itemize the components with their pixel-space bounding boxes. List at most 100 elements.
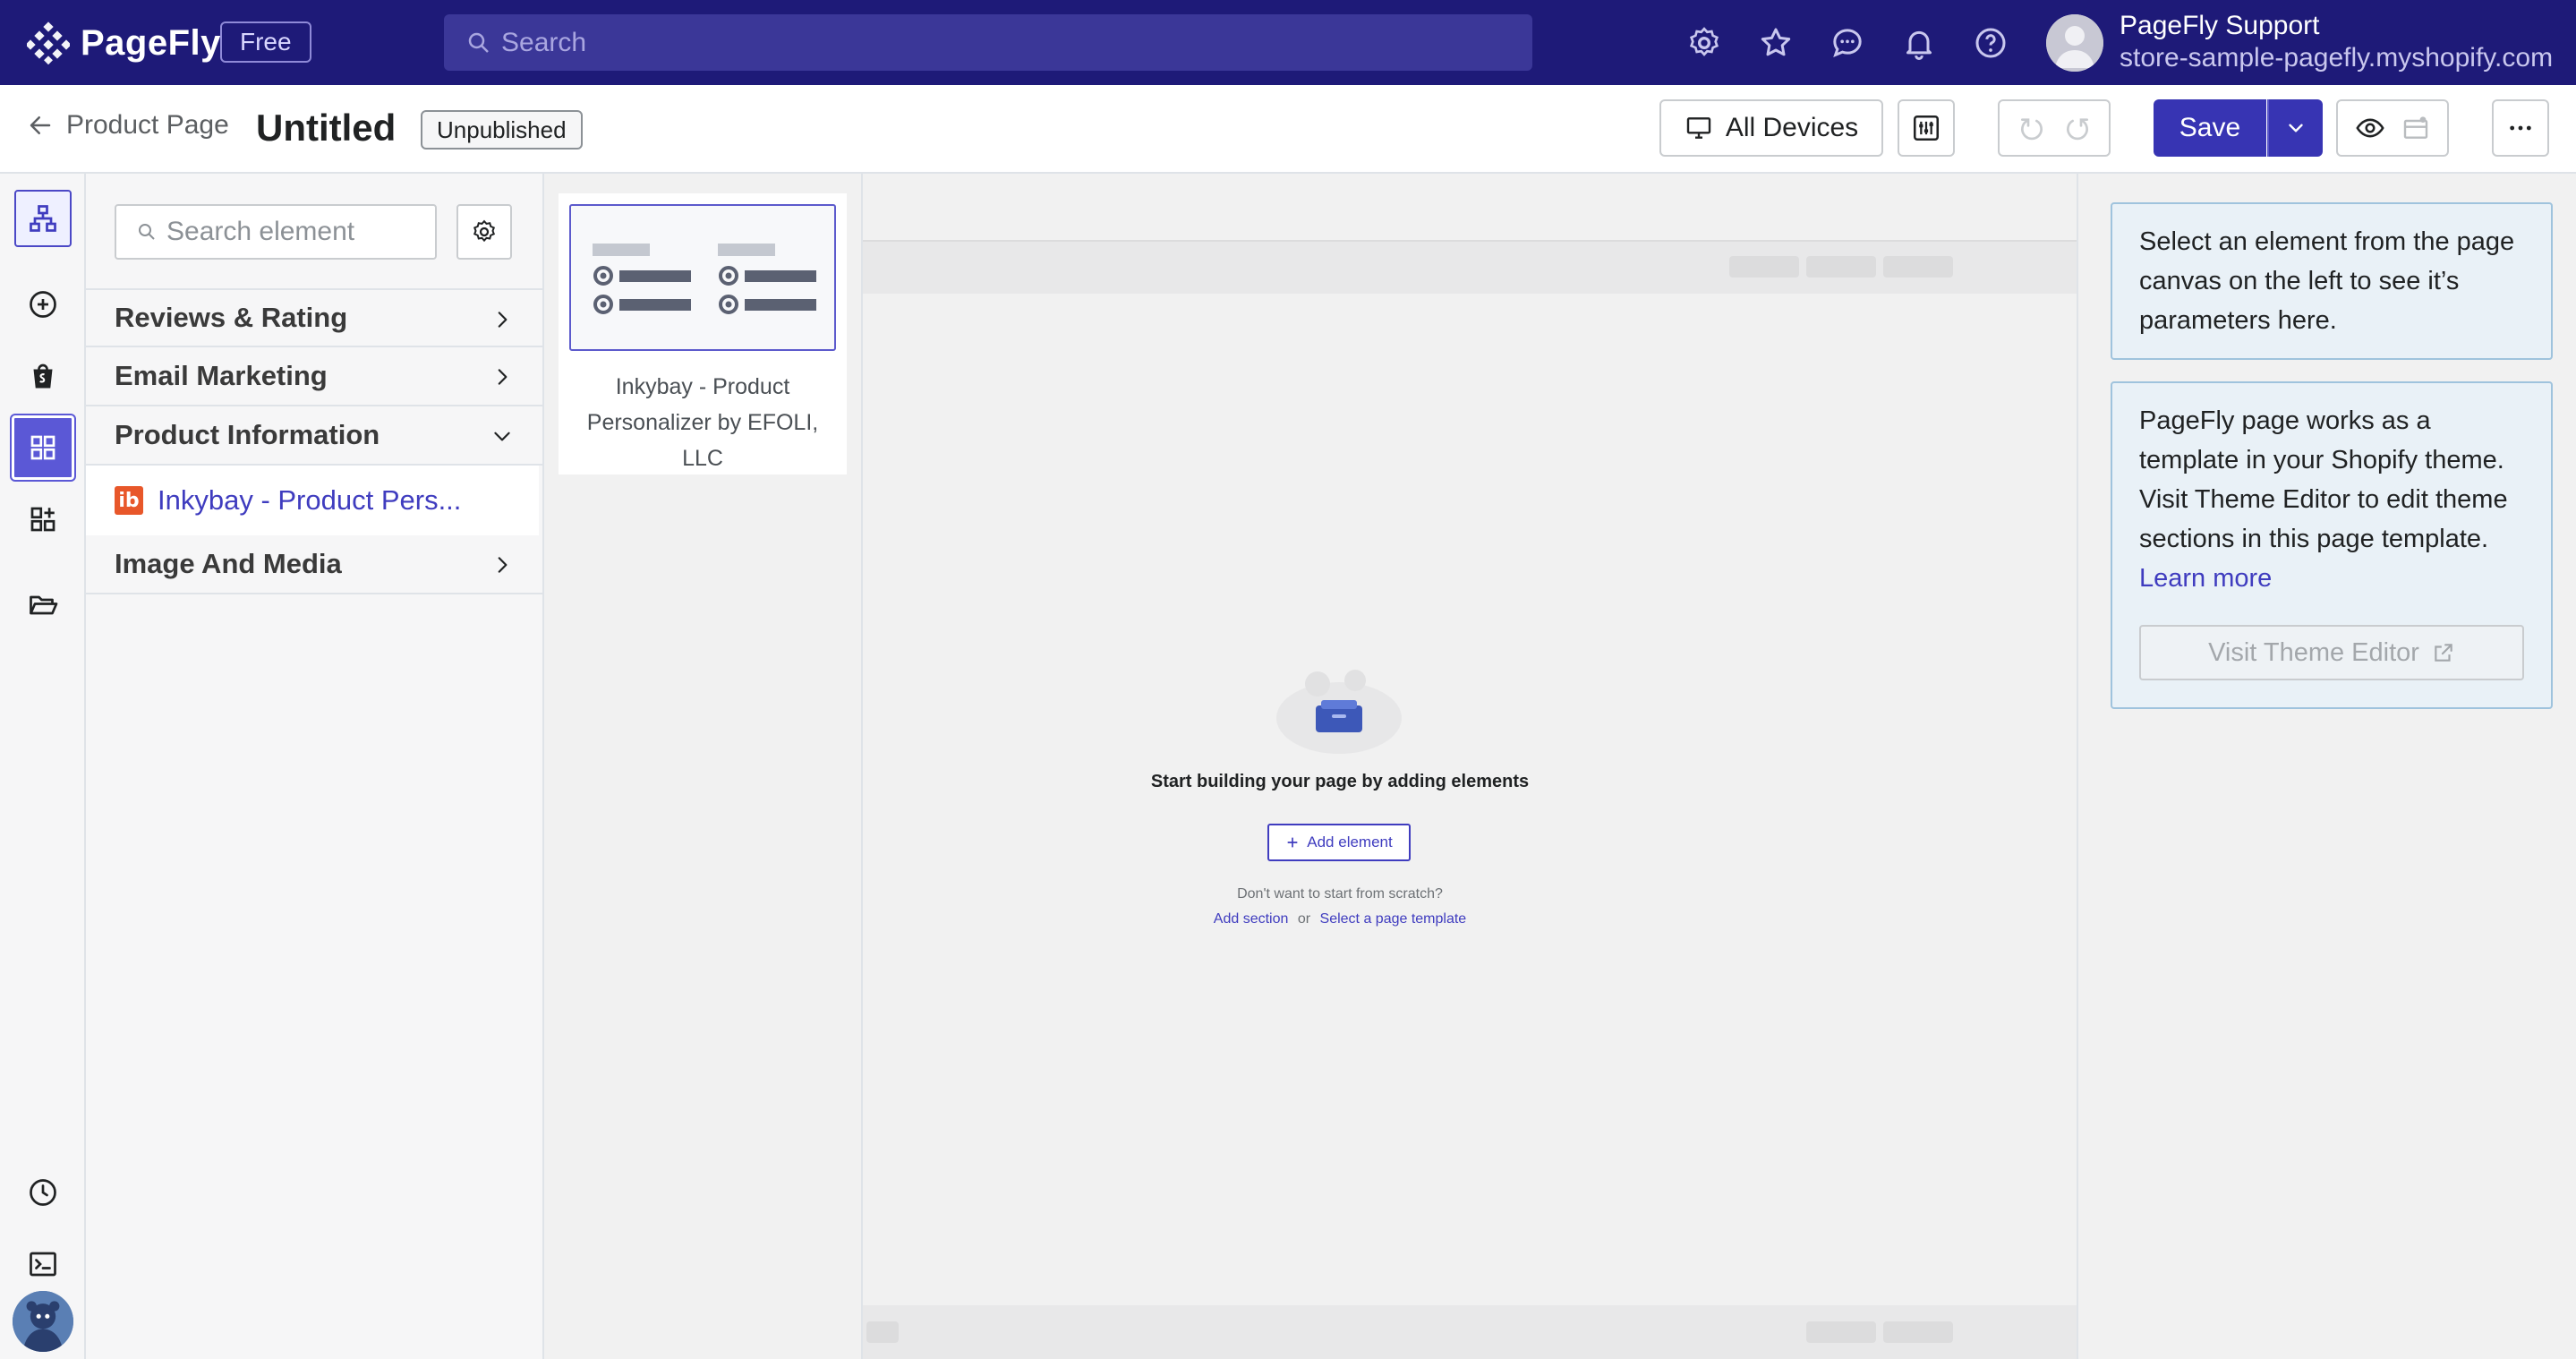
add-section-link[interactable]: Add section — [1214, 911, 1289, 927]
external-link-icon — [2435, 644, 2452, 662]
more-options-button[interactable] — [2492, 99, 2549, 157]
canvas-nav-placeholder — [1883, 256, 1953, 278]
element-inkybay[interactable]: ib Inkybay - Product Pers... — [86, 466, 539, 535]
gear-icon — [473, 219, 496, 243]
rail-pages[interactable] — [14, 577, 72, 634]
rail-elements[interactable] — [12, 415, 74, 480]
apps-icon — [30, 507, 55, 532]
chat-icon[interactable] — [1830, 25, 1865, 61]
category-product-information[interactable]: Product Information — [86, 406, 542, 466]
search-icon — [139, 224, 155, 240]
ellipsis-icon — [2510, 125, 2531, 131]
element-search-input[interactable] — [166, 217, 435, 247]
redo-icon[interactable] — [2063, 114, 2092, 142]
element-preview-card[interactable]: Inkybay - Product Personalizer by EFOLI,… — [559, 193, 847, 474]
top-bar: PageFly Free PageFly Support store-sampl… — [0, 0, 2576, 85]
save-button[interactable]: Save — [2154, 99, 2266, 157]
element-search[interactable] — [115, 204, 437, 260]
visit-theme-editor-label: Visit Theme Editor — [2208, 638, 2419, 667]
learn-more-link[interactable]: Learn more — [2139, 564, 2272, 593]
eye-icon[interactable] — [2355, 113, 2385, 143]
option-list-illustration-icon — [593, 244, 816, 314]
user-avatar[interactable] — [2046, 14, 2103, 72]
plus-circle-icon — [30, 291, 56, 318]
brand-name: PageFly — [81, 22, 221, 63]
rail-layers[interactable] — [14, 190, 72, 247]
select-template-link[interactable]: Select a page template — [1320, 911, 1467, 927]
rail-integrations[interactable] — [14, 491, 72, 548]
publish-icon[interactable] — [2401, 114, 2430, 142]
theme-info-box: PageFly page works as a template in your… — [2111, 381, 2553, 709]
chevron-down-icon — [494, 432, 510, 441]
sliders-icon — [1913, 115, 1940, 141]
category-email-marketing[interactable]: Email Marketing — [86, 347, 542, 406]
settings-icon[interactable] — [1686, 25, 1722, 61]
all-devices-button[interactable]: All Devices — [1659, 99, 1883, 157]
canvas-nav-placeholder — [1806, 256, 1876, 278]
chevron-right-icon — [498, 557, 508, 573]
editor-toolbar: Product Page Untitled Unpublished All De… — [0, 85, 2576, 174]
page-settings-button[interactable] — [1898, 99, 1955, 157]
rail-add[interactable] — [14, 276, 72, 333]
chevron-down-icon — [2289, 124, 2303, 132]
history-controls — [1998, 99, 2111, 157]
user-avatar-icon — [2046, 14, 2103, 72]
element-preview-label: Inkybay - Product Personalizer by EFOLI,… — [586, 374, 819, 471]
clock-icon — [30, 1179, 56, 1206]
empty-box-icon — [1276, 670, 1402, 754]
canvas-footer-placeholder — [1883, 1321, 1953, 1343]
empty-state-links: Add section or Select a page template — [863, 911, 1817, 927]
devices-label: All Devices — [1725, 113, 1859, 142]
plus-icon — [1287, 837, 1298, 848]
back-label: Product Page — [66, 110, 229, 140]
help-icon[interactable] — [1973, 25, 2009, 61]
mascot-icon — [13, 1291, 73, 1352]
undo-icon[interactable] — [2017, 114, 2046, 142]
rail-shopify[interactable] — [14, 347, 72, 405]
selection-hint-box: Select an element from the page canvas o… — [2111, 202, 2553, 360]
back-button[interactable]: Product Page — [27, 110, 229, 141]
category-image-media[interactable]: Image And Media — [86, 535, 542, 594]
rail-history[interactable] — [14, 1164, 72, 1221]
global-search[interactable] — [444, 14, 1532, 71]
canvas-footer-placeholder — [866, 1321, 899, 1343]
category-label: Reviews & Rating — [115, 302, 348, 333]
element-settings-button[interactable] — [456, 204, 512, 260]
plan-badge: Free — [220, 21, 311, 63]
rail-support-avatar[interactable] — [13, 1291, 73, 1352]
global-search-input[interactable] — [501, 27, 1486, 58]
grid-icon — [30, 435, 55, 460]
or-text: or — [1297, 911, 1311, 927]
shopify-bag-icon — [33, 363, 53, 389]
save-options-button[interactable] — [2267, 99, 2323, 157]
theme-info-text: PageFly page works as a template in your… — [2139, 406, 2508, 553]
element-inkybay-label: Inkybay - Product Pers... — [158, 484, 462, 516]
rail-code[interactable] — [14, 1235, 72, 1293]
star-icon[interactable] — [1758, 25, 1794, 61]
canvas-nav-placeholder — [1729, 256, 1799, 278]
chevron-right-icon — [498, 312, 508, 328]
visit-theme-editor-button[interactable]: Visit Theme Editor — [2139, 625, 2524, 680]
add-element-button[interactable]: Add element — [1267, 824, 1411, 861]
selection-hint-text: Select an element from the page canvas o… — [2139, 227, 2515, 335]
search-icon — [468, 32, 489, 53]
sitemap-icon — [30, 205, 56, 232]
store-domain: store-sample-pagefly.myshopify.com — [2120, 43, 2554, 73]
element-preview-flyout: Inkybay - Product Personalizer by EFOLI,… — [544, 174, 863, 1359]
category-label: Email Marketing — [115, 360, 328, 391]
page-canvas[interactable]: Start building your page by adding eleme… — [863, 174, 2077, 1359]
pagefly-logo[interactable]: PageFly — [27, 21, 221, 64]
arrow-left-icon — [30, 116, 51, 134]
page-title[interactable]: Untitled — [256, 107, 396, 150]
empty-state-title: Start building your page by adding eleme… — [1150, 772, 1530, 791]
user-name: PageFly Support — [2120, 11, 2320, 40]
chevron-right-icon — [498, 369, 508, 385]
desktop-icon — [1686, 117, 1711, 139]
bell-icon[interactable] — [1901, 25, 1937, 61]
category-reviews-rating[interactable]: Reviews & Rating — [86, 288, 542, 347]
category-label: Product Information — [115, 419, 380, 450]
inkybay-logo-icon: ib — [115, 486, 143, 515]
pagefly-logo-icon — [27, 21, 70, 64]
add-element-label: Add element — [1307, 833, 1393, 850]
status-badge: Unpublished — [421, 110, 583, 150]
